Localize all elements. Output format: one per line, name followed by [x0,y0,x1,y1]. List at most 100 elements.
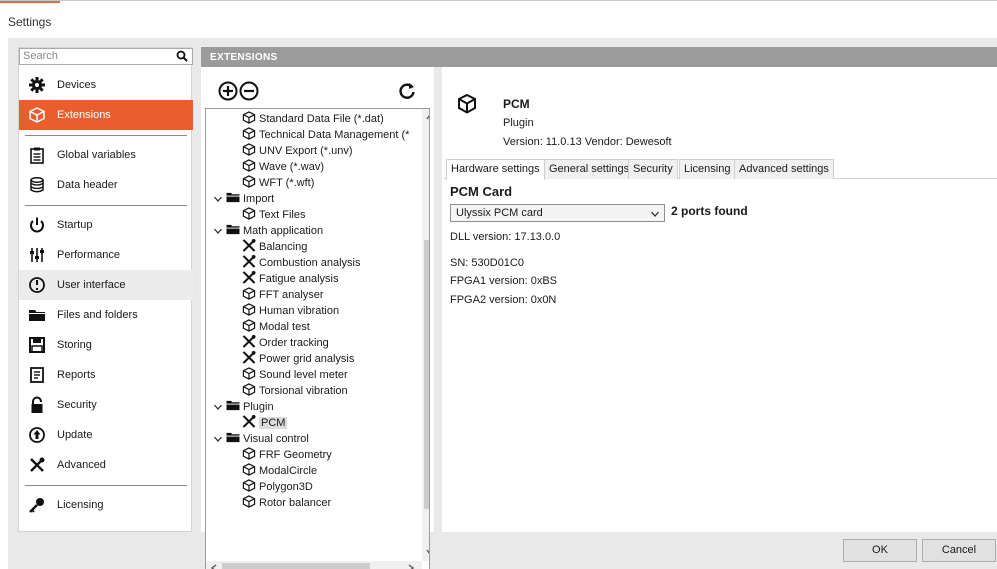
vertical-scroll-thumb[interactable] [424,240,429,509]
cube-icon [242,287,256,300]
sidebar-item-performance[interactable]: Performance [19,240,193,270]
tree-item[interactable]: Human vibration [242,303,339,319]
sidebar-item-extensions[interactable]: Extensions [19,100,193,130]
chevron-down-icon[interactable] [213,226,223,236]
cube-icon [242,447,256,460]
chevron-down-icon[interactable] [213,402,223,412]
tree-item[interactable]: Torsional vibration [242,383,348,399]
gear-icon [29,77,45,93]
tree-item[interactable]: Technical Data Management (* [242,127,409,143]
sidebar-item-global-variables[interactable]: Global variables [19,140,193,170]
sidebar-item-label: Devices [57,79,97,91]
dial-icon [29,277,45,293]
tree-item-label: Combustion analysis [259,257,361,269]
window-title: Settings [8,15,52,29]
tab-hardware-settings[interactable]: Hardware settings [446,159,545,180]
scroll-right-icon[interactable] [406,563,416,569]
tree-item[interactable]: ModalCircle [242,463,317,479]
sidebar-item-label: Global variables [57,149,136,161]
remove-icon[interactable] [239,81,259,101]
cube-icon [242,111,256,124]
cube-icon [242,207,256,220]
tab-licensing[interactable]: Licensing [679,159,736,179]
tools-icon [242,239,256,252]
tree-item[interactable]: Rotor balancer [242,495,331,511]
sidebar-item-update[interactable]: Update [19,420,193,450]
tab-advanced-settings[interactable]: Advanced settings [734,159,834,179]
divider [25,135,187,136]
tree-folder[interactable]: Math application [226,223,323,239]
tree-item-label: FFT analyser [259,289,324,301]
sidebar-item-reports[interactable]: Reports [19,360,193,390]
sidebar-item-data-header[interactable]: Data header [19,170,193,200]
extensions-header: EXTENSIONS [201,47,997,67]
tree-folder[interactable]: Visual control [226,431,309,447]
tree-item[interactable]: Sound level meter [242,367,348,383]
chevron-down-icon[interactable] [650,209,660,219]
scroll-left-icon[interactable] [209,563,219,569]
tree-item-label: Fatigue analysis [259,273,339,285]
sidebar-item-security[interactable]: Security [19,390,193,420]
tree-item-label: FRF Geometry [259,449,332,461]
search-placeholder: Search [23,50,58,62]
sidebar-item-user-interface[interactable]: User interface [19,270,193,300]
tree-item[interactable]: Fatigue analysis [242,271,339,287]
tree-item-label: PCM [259,417,288,429]
tree-folder[interactable]: Plugin [226,399,274,415]
add-icon[interactable] [218,81,238,101]
tree-item[interactable]: FRF Geometry [242,447,332,463]
tree-item[interactable]: PCM [242,415,288,431]
tools-icon [242,415,256,428]
vertical-scrollbar[interactable] [422,109,430,561]
cube-icon [242,383,256,396]
cube-icon [242,127,256,140]
extensions-header-label: EXTENSIONS [210,52,278,63]
tree-item-label: Modal test [259,321,310,333]
search-icon[interactable] [175,49,189,63]
tree-item[interactable]: WFT (*.wft) [242,175,314,191]
sidebar-item-startup[interactable]: Startup [19,210,193,240]
tree-item[interactable]: Polygon3D [242,479,313,495]
tab-security[interactable]: Security [628,159,678,179]
clipboard-icon [30,147,44,164]
settings-tabs: Hardware settings General settings Secur… [444,159,997,180]
tree-item[interactable]: Standard Data File (*.dat) [242,111,384,127]
tree-item-label: Power grid analysis [259,353,355,365]
tree-item[interactable]: UNV Export (*.unv) [242,143,353,159]
cube-icon [242,159,256,172]
tree-item-label: Wave (*.wav) [259,161,324,173]
ok-button[interactable]: OK [843,539,917,562]
scroll-up-icon[interactable] [425,112,430,122]
sidebar-item-advanced[interactable]: Advanced [19,450,193,480]
tree-item[interactable]: Balancing [242,239,307,255]
tree-item[interactable]: Text Files [242,207,305,223]
extension-type: Plugin [503,117,534,129]
search-input[interactable]: Search [19,48,193,65]
tree-item[interactable]: Modal test [242,319,310,335]
sidebar-item-licensing[interactable]: Licensing [19,490,193,520]
tree-folder[interactable]: Import [226,191,274,207]
tree-item[interactable]: FFT analyser [242,287,324,303]
chevron-down-icon[interactable] [213,434,223,444]
chevron-down-icon[interactable] [213,194,223,204]
sidebar-item-storing[interactable]: Storing [19,330,193,360]
horizontal-scrollbar[interactable] [206,561,422,569]
tab-general-settings[interactable]: General settings [544,159,635,179]
horizontal-scroll-thumb[interactable] [222,563,370,569]
refresh-icon[interactable] [397,81,417,101]
tree-item[interactable]: Wave (*.wav) [242,159,324,175]
sidebar-item-label: Data header [57,179,118,191]
tree-item-label: Order tracking [259,337,329,349]
folder-icon [226,432,240,443]
cube-icon [242,463,256,476]
sidebar-item-files-and-folders[interactable]: Files and folders [19,300,193,330]
tools-icon [30,457,45,472]
cube-icon [242,479,256,492]
scroll-down-icon[interactable] [425,547,430,557]
pcm-card-select[interactable]: Ulyssix PCM card [450,204,665,222]
tree-item[interactable]: Combustion analysis [242,255,361,271]
cancel-button[interactable]: Cancel [922,539,996,562]
sidebar-item-devices[interactable]: Devices [19,70,193,100]
tree-item[interactable]: Order tracking [242,335,329,351]
tree-item[interactable]: Power grid analysis [242,351,354,367]
